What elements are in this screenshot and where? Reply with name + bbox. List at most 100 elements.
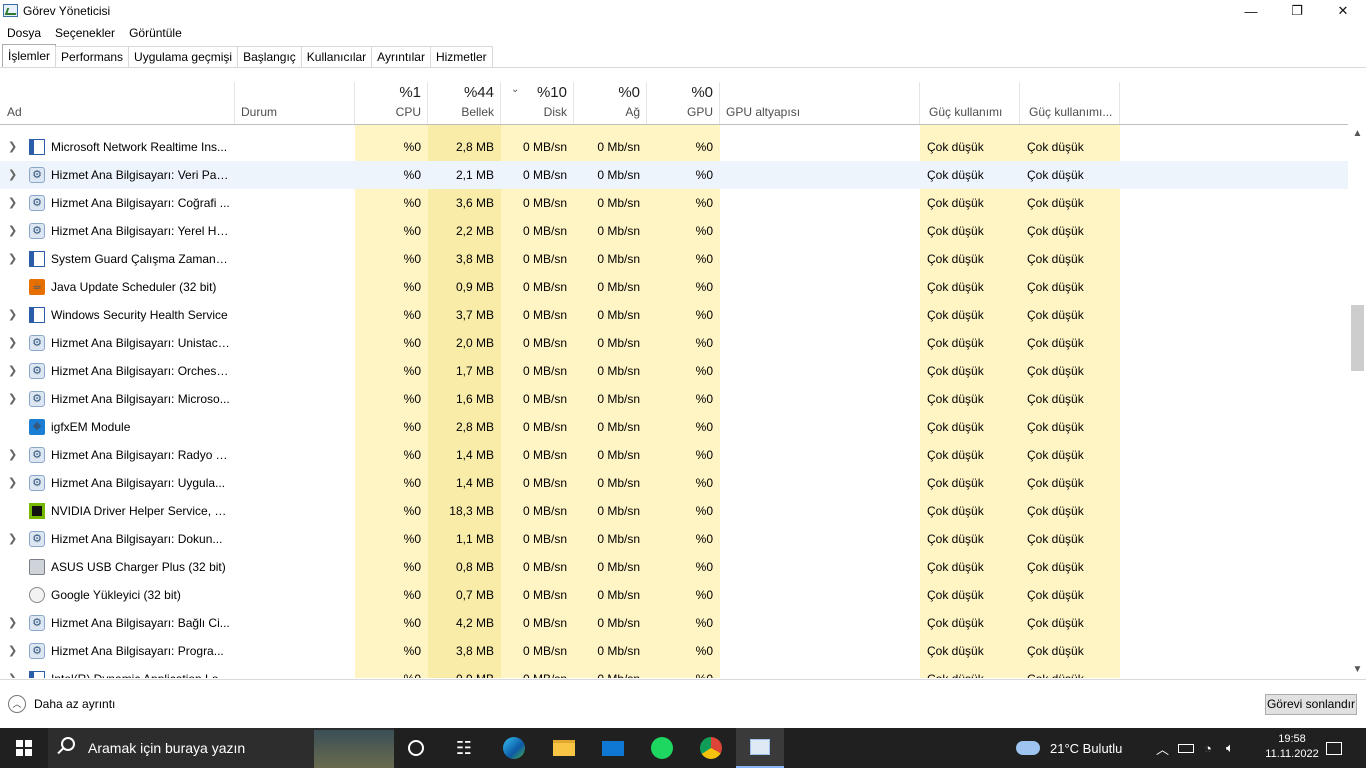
tab-users[interactable]: Kullanıcılar	[300, 46, 373, 67]
header-memory[interactable]: %44 Bellek	[428, 82, 501, 125]
taskbar-clock[interactable]: 19:58 11.11.2022	[1262, 732, 1322, 762]
file-explorer-button[interactable]	[540, 728, 588, 768]
less-detail-button[interactable]: ︿ Daha az ayrıntı	[8, 695, 115, 713]
expand-chevron-icon[interactable]: ❯	[8, 133, 17, 161]
expand-chevron-icon[interactable]: ❯	[8, 329, 17, 357]
header-power[interactable]: Güç kullanımı	[920, 82, 1020, 125]
expand-chevron-icon[interactable]: ❯	[8, 161, 17, 189]
header-status[interactable]: Durum	[235, 82, 355, 125]
process-row[interactable]: ☕ Java Update Scheduler (32 bit) %0 0,9 MB 0…	[0, 273, 1348, 301]
process-row[interactable]: ❯ ⚙ Hizmet Ana Bilgisayarı: Radyo Y... %0 1,…	[0, 441, 1348, 469]
process-row[interactable]: ❯ ⚙ Hizmet Ana Bilgisayarı: Bağlı Ci... %0 4…	[0, 609, 1348, 637]
expand-chevron-icon[interactable]: ❯	[8, 637, 17, 665]
task-view-button[interactable]	[392, 728, 440, 768]
power-value: Çok düşük	[927, 252, 984, 266]
scroll-up-icon[interactable]: ▲	[1349, 125, 1366, 142]
header-network[interactable]: %0 Ağ	[574, 82, 647, 125]
process-row[interactable]: ❯ ⚙ Hizmet Ana Bilgisayarı: Veri Payl... %0…	[0, 161, 1348, 189]
chrome-button[interactable]	[687, 728, 735, 768]
expand-chevron-icon[interactable]: ❯	[8, 469, 17, 497]
header-disk[interactable]: ⌄ %10 Disk	[501, 82, 574, 125]
clock-time: 19:58	[1278, 733, 1306, 745]
weather-widget[interactable]: 21°C Bulutlu	[1016, 728, 1122, 768]
title-bar[interactable]: Görev Yöneticisi — ❐ ✕	[0, 0, 1366, 22]
start-button[interactable]	[0, 728, 48, 768]
expand-chevron-icon[interactable]: ❯	[8, 665, 17, 678]
minimize-button[interactable]: —	[1228, 0, 1274, 22]
expand-chevron-icon[interactable]: ❯	[8, 189, 17, 217]
volume-indicator[interactable]: 🔈︎	[1226, 728, 1234, 768]
menu-view[interactable]: Görüntüle	[122, 23, 189, 43]
tab-services[interactable]: Hizmetler	[429, 46, 493, 67]
network-indicator[interactable]: ◔	[1204, 728, 1212, 768]
taskbar-search[interactable]: Aramak için buraya yazın	[48, 728, 394, 768]
expand-chevron-icon[interactable]: ❯	[8, 385, 17, 413]
header-power-trend[interactable]: Güç kullanımı...	[1020, 82, 1120, 125]
disk-value: 0 MB/sn	[522, 224, 567, 238]
edge-button[interactable]	[490, 728, 538, 768]
expand-chevron-icon[interactable]: ❯	[8, 441, 17, 469]
tab-performance[interactable]: Performans	[55, 46, 130, 67]
menu-options[interactable]: Seçenekler	[48, 23, 122, 43]
header-divider	[0, 124, 1348, 125]
expand-chevron-icon[interactable]: ❯	[8, 301, 17, 329]
vertical-scrollbar[interactable]: ▲ ▼	[1349, 125, 1366, 678]
show-hidden-icons[interactable]: ︿	[1156, 728, 1169, 768]
power-trend-value: Çok düşük	[1027, 308, 1084, 322]
expand-chevron-icon[interactable]: ❯	[8, 609, 17, 637]
process-row[interactable]: ASUS USB Charger Plus (32 bit) %0 0,8 MB 0 …	[0, 553, 1348, 581]
close-button[interactable]: ✕	[1320, 0, 1366, 22]
tab-processes[interactable]: İşlemler	[2, 44, 57, 67]
process-name: Hizmet Ana Bilgisayarı: Coğrafi ...	[51, 196, 230, 210]
task-manager-taskbar-button[interactable]	[736, 728, 784, 768]
expand-chevron-icon[interactable]: ❯	[8, 357, 17, 385]
process-row[interactable]: ❯ ⚙ Hizmet Ana Bilgisayarı: Dokun... %0 1,1 …	[0, 525, 1348, 553]
memory-value: 2,1 MB	[455, 168, 494, 182]
spotify-button[interactable]	[638, 728, 686, 768]
power-trend-value: Çok düşük	[1027, 280, 1084, 294]
tab-startup[interactable]: Başlangıç	[237, 46, 302, 67]
menu-file[interactable]: Dosya	[0, 23, 48, 43]
window-icon	[29, 671, 45, 678]
tab-details[interactable]: Ayrıntılar	[371, 46, 431, 67]
process-name: ASUS USB Charger Plus (32 bit)	[51, 560, 226, 574]
process-name: Hizmet Ana Bilgisayarı: Yerel Hiz...	[51, 224, 231, 238]
mail-button[interactable]	[589, 728, 637, 768]
maximize-button[interactable]: ❐	[1274, 0, 1320, 22]
process-row[interactable]: ❯ ⚙ Hizmet Ana Bilgisayarı: Progra... %0 3,8…	[0, 637, 1348, 665]
expand-chevron-icon[interactable]: ❯	[8, 245, 17, 273]
minimize-icon: —	[1244, 3, 1258, 19]
process-row[interactable]: ❯ ⚙ Hizmet Ana Bilgisayarı: Microso... %0 1,…	[0, 385, 1348, 413]
process-row[interactable]: ❯ ⚙ Hizmet Ana Bilgisayarı: Yerel Hiz... %0…	[0, 217, 1348, 245]
header-name[interactable]: Ad	[0, 82, 235, 125]
process-row[interactable]: ❯ System Guard Çalışma Zamanı İ... %0 3,8 M…	[0, 245, 1348, 273]
tab-app-history[interactable]: Uygulama geçmişi	[128, 46, 239, 67]
process-row[interactable]: ❯ ⚙ Hizmet Ana Bilgisayarı: Coğrafi ... %0 3…	[0, 189, 1348, 217]
expand-chevron-icon[interactable]: ❯	[8, 217, 17, 245]
header-gpu[interactable]: %0 GPU	[647, 82, 720, 125]
process-row[interactable]: ❯ Windows Security Health Service %0 3,7 MB…	[0, 301, 1348, 329]
process-row[interactable]: ❯ ⚙ Hizmet Ana Bilgisayarı: Unistack... %0 2…	[0, 329, 1348, 357]
expand-chevron-icon[interactable]: ❯	[8, 525, 17, 553]
notifications-button[interactable]	[1324, 728, 1344, 768]
process-row[interactable]: NVIDIA Driver Helper Service, Ve... %0 18,…	[0, 497, 1348, 525]
widgets-button[interactable]: ☷	[440, 728, 488, 768]
process-row[interactable]: ❯ ⚙ Hizmet Ana Bilgisayarı: Uygula... %0 1,4…	[0, 469, 1348, 497]
battery-indicator[interactable]	[1178, 728, 1194, 768]
process-row[interactable]: ❯ Microsoft Network Realtime Ins... %0 2,8 …	[0, 133, 1348, 161]
process-row[interactable]: Google Yükleyici (32 bit) %0 0,7 MB 0 MB/sn…	[0, 581, 1348, 609]
process-row[interactable]: ◆ igfxEM Module %0 2,8 MB 0 MB/sn 0 Mb/sn %0 Ço…	[0, 413, 1348, 441]
process-row[interactable]: ❯ ⚙ Hizmet Ana Bilgisayarı: Orchestr... %0 1…	[0, 357, 1348, 385]
network-value: 0 Mb/sn	[597, 336, 640, 350]
gpu-value: %0	[695, 252, 713, 266]
process-row[interactable]: ❯Intel(R) Dynamic Application Lo...%00,9…	[0, 665, 1348, 678]
gear-icon: ⚙	[29, 447, 45, 463]
header-gpu-engine[interactable]: GPU altyapısı	[720, 82, 920, 125]
scroll-thumb[interactable]	[1351, 305, 1364, 371]
cpu-value: %0	[403, 588, 421, 602]
end-task-button[interactable]: Görevi sonlandır	[1265, 694, 1357, 715]
process-name: Microsoft Network Realtime Ins...	[51, 140, 228, 154]
cpu-value: %0	[403, 224, 421, 238]
scroll-down-icon[interactable]: ▼	[1349, 661, 1366, 678]
header-cpu[interactable]: %1 CPU	[355, 82, 428, 125]
